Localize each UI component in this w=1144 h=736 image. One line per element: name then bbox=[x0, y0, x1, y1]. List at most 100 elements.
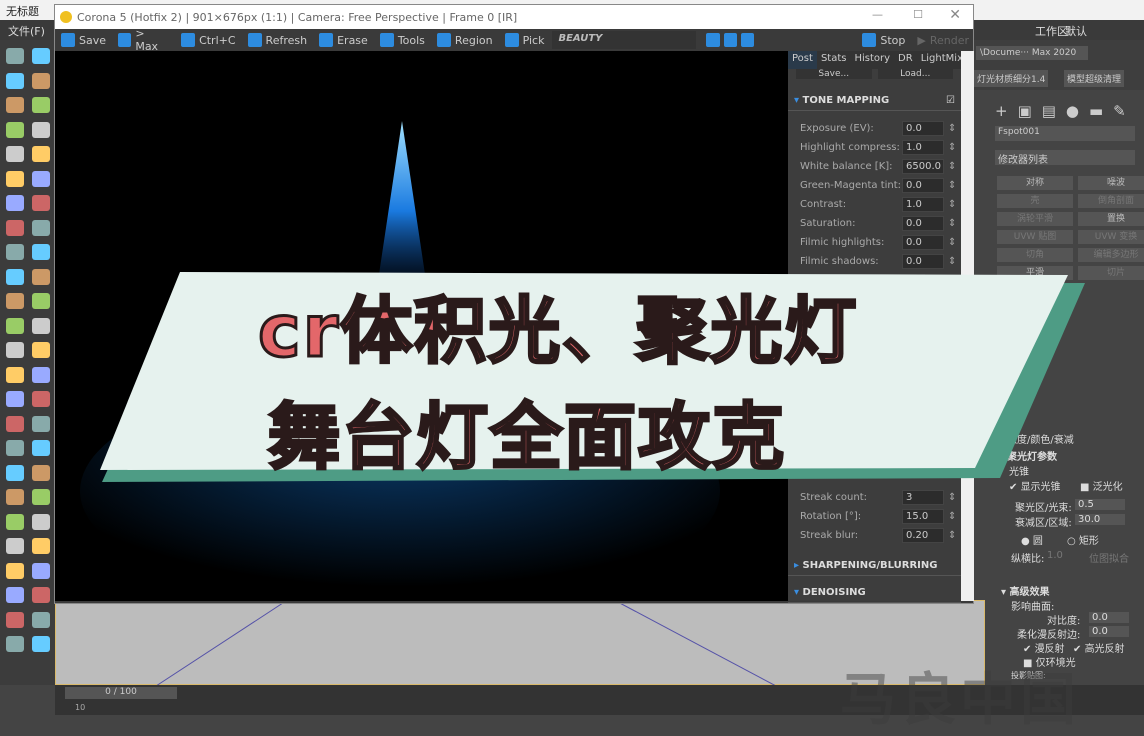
modifier-button[interactable]: 壳 bbox=[997, 194, 1073, 208]
param-input[interactable]: 0.20 bbox=[902, 528, 944, 543]
to-max-button[interactable]: > Max bbox=[114, 27, 173, 53]
soften-input[interactable]: 0.0 bbox=[1089, 626, 1129, 637]
workspace-select[interactable]: 默认 bbox=[1065, 23, 1087, 39]
tool-icon[interactable] bbox=[6, 268, 24, 285]
panel-scrollbar[interactable] bbox=[961, 51, 974, 601]
modifier-button[interactable]: 平滑 bbox=[997, 266, 1073, 280]
param-input[interactable]: 0.0 bbox=[902, 121, 944, 136]
modifier-button[interactable]: UVW 贴图 bbox=[997, 230, 1073, 244]
menu-file[interactable]: 文件(F) bbox=[8, 25, 45, 38]
tool-icon[interactable] bbox=[32, 170, 50, 187]
tool-icon[interactable] bbox=[32, 146, 50, 162]
diffuse-checkbox[interactable]: ✔ 漫反射 bbox=[1023, 640, 1065, 655]
tool-icon[interactable] bbox=[32, 195, 50, 211]
modifier-button[interactable]: 倒角剖面 bbox=[1078, 194, 1144, 208]
region-button[interactable]: Region bbox=[433, 30, 497, 50]
specular-checkbox[interactable]: ✔ 高光反射 bbox=[1073, 640, 1125, 655]
tool-icon[interactable] bbox=[32, 489, 50, 505]
tool-icon[interactable] bbox=[32, 48, 50, 64]
tool-icon[interactable] bbox=[6, 538, 24, 554]
tab-post[interactable]: Post bbox=[788, 51, 817, 69]
plugin-button[interactable]: 灯光材质细分1.4 bbox=[974, 70, 1049, 87]
tool-icon[interactable] bbox=[6, 611, 24, 628]
zoom-fit-icon[interactable] bbox=[740, 33, 755, 47]
modifier-list-dropdown[interactable]: 修改器列表 bbox=[995, 150, 1135, 166]
project-path[interactable]: \Docume··· Max 2020 bbox=[976, 46, 1088, 60]
copy-button[interactable]: Ctrl+C bbox=[177, 30, 239, 50]
aspect-input[interactable]: 1.0 bbox=[1047, 550, 1063, 561]
maximize-button[interactable]: ☐ bbox=[913, 8, 923, 21]
tool-icon[interactable] bbox=[6, 72, 24, 89]
spinner-icon[interactable]: ⇕ bbox=[948, 492, 956, 503]
param-input[interactable]: 0.0 bbox=[902, 235, 944, 250]
tool-icon[interactable] bbox=[32, 391, 50, 407]
param-input[interactable]: 0.0 bbox=[902, 216, 944, 231]
tool-icon[interactable] bbox=[6, 464, 24, 481]
object-name-field[interactable]: Fspot001 bbox=[995, 126, 1135, 141]
channel-dropdown[interactable]: BEAUTY bbox=[552, 31, 697, 49]
tool-icon[interactable] bbox=[32, 611, 50, 628]
param-input[interactable]: 6500.0 bbox=[902, 159, 944, 174]
command-tabs-icons[interactable]: +▣▤●▬✎ bbox=[995, 102, 1136, 120]
param-input[interactable]: 0.0 bbox=[902, 254, 944, 269]
close-button[interactable]: ✕ bbox=[949, 7, 961, 23]
minimize-button[interactable]: — bbox=[872, 8, 883, 21]
bitmap-fit-button[interactable]: 位图拟合 bbox=[1089, 550, 1129, 565]
tool-icon[interactable] bbox=[6, 121, 24, 138]
tool-icon[interactable] bbox=[32, 293, 50, 309]
circle-radio[interactable]: ● 圆 bbox=[1021, 532, 1043, 547]
tool-icon[interactable] bbox=[32, 538, 50, 554]
spinner-icon[interactable]: ⇕ bbox=[948, 199, 956, 210]
erase-button[interactable]: Erase bbox=[315, 30, 372, 50]
tool-icon[interactable] bbox=[6, 587, 24, 603]
tool-icon[interactable] bbox=[6, 219, 24, 236]
denoising-header[interactable]: ▾ DENOISING bbox=[788, 583, 961, 603]
tool-icon[interactable] bbox=[32, 562, 50, 579]
tool-icon[interactable] bbox=[6, 48, 24, 64]
pick-button[interactable]: Pick bbox=[501, 30, 549, 50]
tool-icon[interactable] bbox=[32, 513, 50, 530]
tool-icon[interactable] bbox=[32, 366, 50, 383]
spinner-icon[interactable]: ⇕ bbox=[948, 180, 956, 191]
tool-icon[interactable] bbox=[32, 244, 50, 260]
tool-icon[interactable] bbox=[6, 513, 24, 530]
tab-history[interactable]: History bbox=[850, 51, 894, 69]
spinner-icon[interactable]: ⇕ bbox=[948, 218, 956, 229]
tool-icon[interactable] bbox=[32, 440, 50, 456]
modifier-button[interactable]: 切片 bbox=[1078, 266, 1144, 280]
refresh-button[interactable]: Refresh bbox=[244, 30, 312, 50]
stop-button[interactable]: Stop bbox=[858, 30, 909, 50]
save-button[interactable]: Save bbox=[57, 30, 110, 50]
tool-icon[interactable] bbox=[6, 342, 24, 358]
render-button[interactable]: ▶ Render bbox=[913, 30, 973, 50]
plugin-button[interactable]: 模型超级清理 bbox=[1064, 70, 1125, 87]
modifier-button[interactable]: 切角 bbox=[997, 248, 1073, 262]
tool-icon[interactable] bbox=[6, 195, 24, 211]
tool-icon[interactable] bbox=[32, 636, 50, 652]
show-cone-checkbox[interactable]: ✔ 显示光锥 bbox=[1009, 478, 1061, 493]
tool-icon[interactable] bbox=[6, 244, 24, 260]
param-input[interactable]: 1.0 bbox=[902, 197, 944, 212]
falloff-input[interactable]: 30.0 bbox=[1075, 514, 1125, 525]
tools-button[interactable]: Tools bbox=[376, 30, 429, 50]
tool-icon[interactable] bbox=[6, 489, 24, 505]
param-input[interactable]: 1.0 bbox=[902, 140, 944, 155]
tab-dr[interactable]: DR bbox=[894, 51, 917, 69]
advanced-rollout[interactable]: ▾ 高级效果 bbox=[1001, 583, 1050, 598]
zoom-in-icon[interactable] bbox=[706, 33, 720, 47]
param-input[interactable]: 0.0 bbox=[902, 178, 944, 193]
spinner-icon[interactable]: ⇕ bbox=[948, 511, 956, 522]
spinner-icon[interactable]: ⇕ bbox=[948, 237, 956, 248]
overshoot-checkbox[interactable]: ■ 泛光化 bbox=[1080, 478, 1123, 493]
spinner-icon[interactable]: ⇕ bbox=[948, 123, 956, 134]
tool-icon[interactable] bbox=[6, 636, 24, 652]
tab-lightmix[interactable]: LightMix bbox=[917, 51, 967, 69]
tool-icon[interactable] bbox=[6, 293, 24, 309]
tool-icon[interactable] bbox=[32, 268, 50, 285]
tool-icon[interactable] bbox=[6, 562, 24, 579]
tab-stats[interactable]: Stats bbox=[817, 51, 851, 69]
spinner-icon[interactable]: ⇕ bbox=[948, 256, 956, 267]
spinner-icon[interactable]: ⇕ bbox=[948, 161, 956, 172]
tone-mapping-checkbox[interactable]: ☑ bbox=[946, 95, 955, 106]
tool-icon[interactable] bbox=[32, 219, 50, 236]
